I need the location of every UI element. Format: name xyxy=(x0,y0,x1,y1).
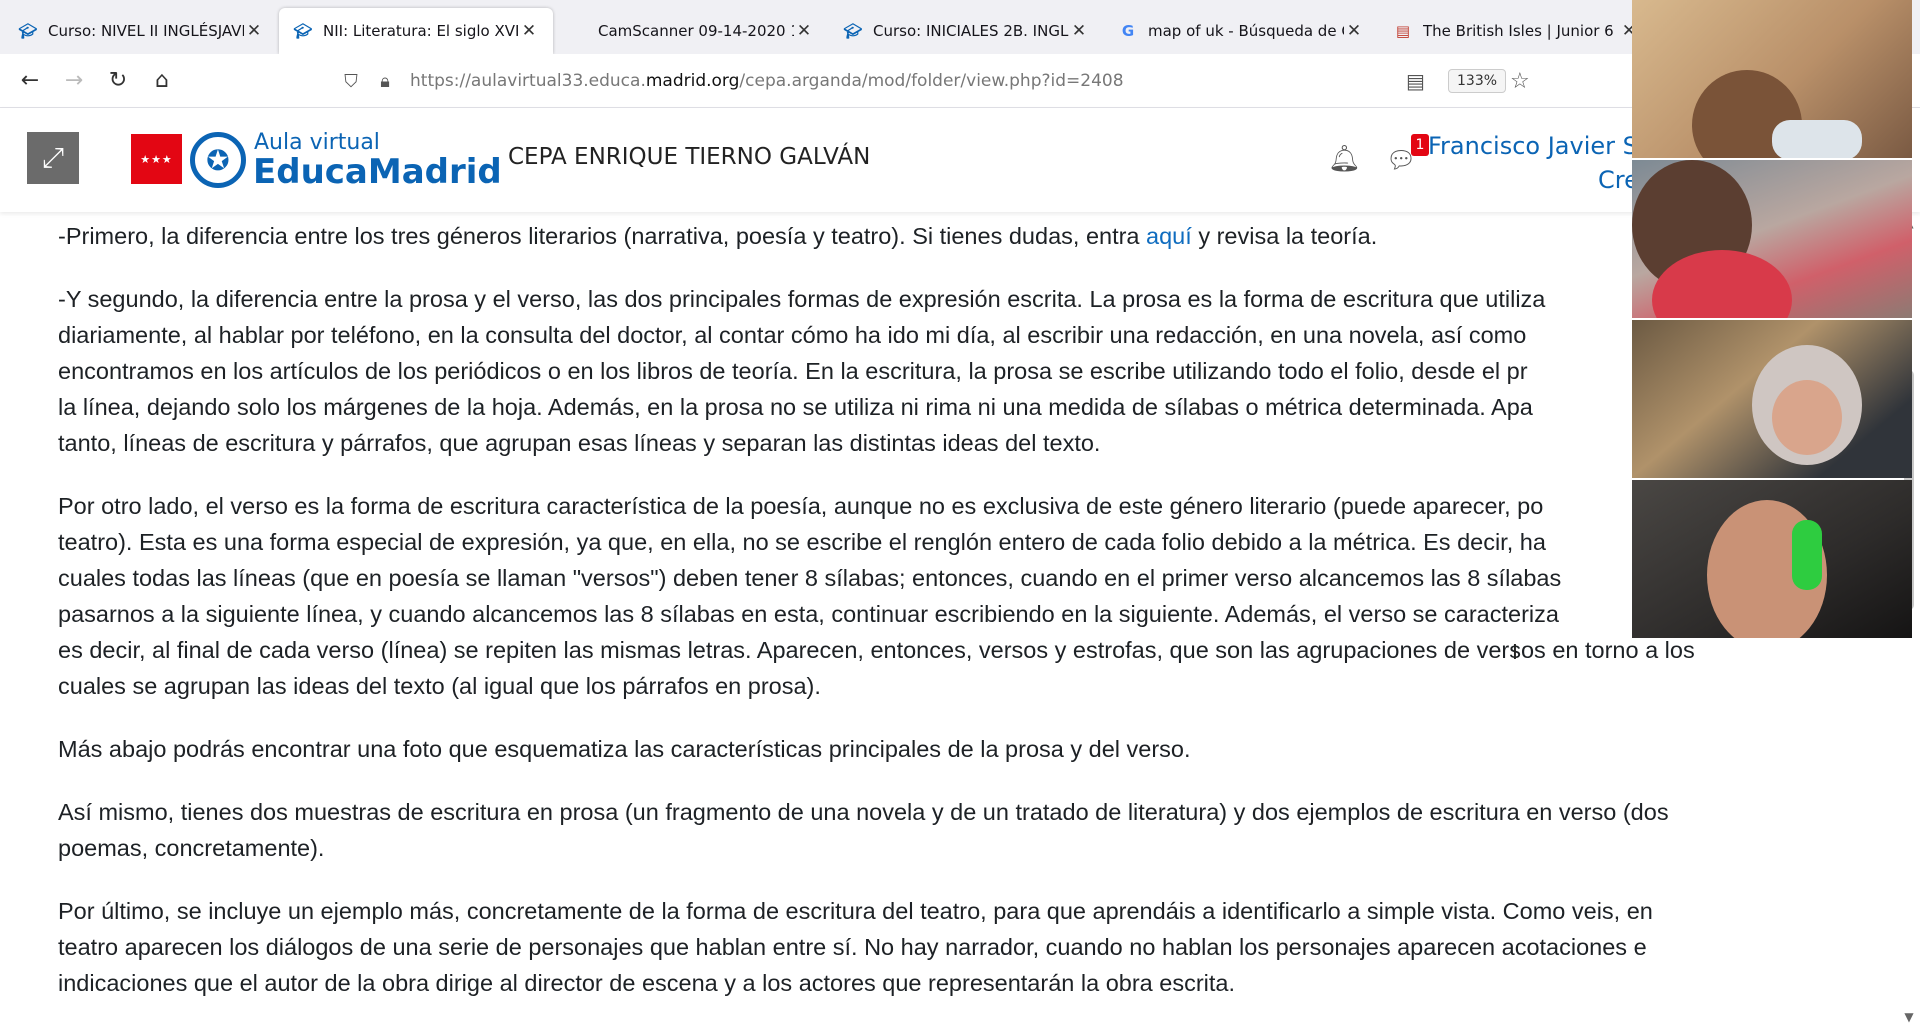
url-prefix: https://aulavirtual33.educa. xyxy=(410,71,646,91)
moodle-cap-icon: 🎓︎ xyxy=(843,22,863,40)
paragraph-theatre: Por último, se incluye un ejemplo más, c… xyxy=(58,893,1798,1001)
paragraph-verse: Por otro lado, el verso es la forma de e… xyxy=(58,488,1798,704)
paragraph-prose: -Y segundo, la diferencia entre la prosa… xyxy=(58,281,1798,461)
url-text: https://aulavirtual33.educa.madrid.org/c… xyxy=(410,71,1124,91)
browser-window: { "tabs": [ {"title": "Curso: NIVEL II I… xyxy=(0,0,1920,1030)
site-name-link[interactable]: CEPA ENRIQUE TIERNO GALVÁN xyxy=(508,144,870,170)
comunidad-madrid-logo: ★★★ xyxy=(131,134,182,184)
paragraph-samples: Así mismo, tienes dos muestras de escrit… xyxy=(58,794,1798,866)
zoom-level[interactable]: 133% xyxy=(1448,69,1507,93)
url-host: madrid.org xyxy=(645,71,740,91)
tab-british-isles[interactable]: ▤ The British Isles | Junior 6 2021 ✕ xyxy=(1379,8,1653,54)
text-line: la línea, dejando solo los márgenes de l… xyxy=(58,394,1533,420)
text-line: indicaciones que el autor de la obra dir… xyxy=(58,970,1235,996)
text-line: diariamente, al hablar por teléfono, en … xyxy=(58,322,1527,348)
address-bar[interactable]: ⛉ 🔒︎ https://aulavirtual33.educa.madrid.… xyxy=(334,62,1544,100)
user-menu[interactable]: Francisco Javier Se xyxy=(1428,132,1653,160)
shield-icon[interactable]: ⛉ xyxy=(334,71,368,92)
text-line: -Y segundo, la diferencia entre la prosa… xyxy=(58,286,1546,312)
text-line: Por otro lado, el verso es la forma de e… xyxy=(58,493,1544,519)
scroll-down-arrow-icon[interactable]: ▼ xyxy=(1900,1010,1918,1028)
close-tab-icon[interactable]: ✕ xyxy=(244,21,264,41)
paragraph-photo: Más abajo podrás encontrar una foto que … xyxy=(58,736,1191,762)
video-tile-participant-4[interactable] xyxy=(1632,480,1912,638)
brand-name: EducaMadrid xyxy=(253,152,502,192)
notification-bell-icon[interactable]: 🔔︎ xyxy=(1328,144,1361,174)
message-count-badge: 1 xyxy=(1411,134,1429,156)
text-cursor-icon: I xyxy=(1512,640,1518,664)
url-path: /cepa.arganda/mod/folder/view.php?id=240… xyxy=(739,71,1124,91)
text-line: tanto, líneas de escritura y párrafos, q… xyxy=(58,430,1101,456)
reader-view-icon[interactable]: ▤ xyxy=(1406,54,1425,108)
green-headphones xyxy=(1792,520,1822,590)
tab-title: CamScanner 09-14-2020 13.23.58 xyxy=(598,22,794,40)
text: -Primero, la diferencia entre los tres g… xyxy=(58,223,1147,249)
close-tab-icon[interactable]: ✕ xyxy=(794,21,814,41)
paragraph-genres: -Primero, la diferencia entre los tres g… xyxy=(58,218,1798,254)
participant-face xyxy=(1772,380,1842,455)
back-arrow-icon[interactable]: ← xyxy=(8,59,52,103)
bookmark-star-icon[interactable]: ☆ xyxy=(1510,54,1530,108)
tab-google-search[interactable]: G map of uk - Búsqueda de Goo ✕ xyxy=(1104,8,1378,54)
theory-link[interactable]: aquí xyxy=(1146,223,1192,249)
site-icon: ▤ xyxy=(1395,22,1411,40)
face-mask xyxy=(1772,120,1862,158)
tab-curso-nivel-ii[interactable]: 🎓︎ Curso: NIVEL II INGLÉSJAVIER ✕ xyxy=(4,8,278,54)
text-line: cuales se agrupan las ideas del texto (a… xyxy=(58,673,821,699)
close-tab-icon[interactable]: ✕ xyxy=(519,21,539,41)
tab-curso-iniciales[interactable]: 🎓︎ Curso: INICIALES 2B. INGLÉS ✕ xyxy=(829,8,1103,54)
tab-title: NII: Literatura: El siglo XVIII. xyxy=(323,22,519,40)
text-line: es decir, al final de cada verso (línea)… xyxy=(58,637,1695,663)
moodle-cap-icon: 🎓︎ xyxy=(18,22,38,40)
educamadrid-logo-icon: ✪ xyxy=(190,132,246,188)
close-tab-icon[interactable]: ✕ xyxy=(1069,21,1089,41)
expand-icon[interactable]: ⤢ xyxy=(27,132,79,184)
text-line: Así mismo, tienes dos muestras de escrit… xyxy=(58,799,1669,825)
video-tile-participant-3[interactable] xyxy=(1632,320,1912,478)
text-line: cuales todas las líneas (que en poesía s… xyxy=(58,565,1562,591)
tab-camscanner[interactable]: CamScanner 09-14-2020 13.23.58 ✕ xyxy=(554,8,828,54)
reload-icon[interactable]: ↻ xyxy=(96,59,140,103)
text-line: teatro). Esta es una forma especial de e… xyxy=(58,529,1546,555)
tab-nii-literatura[interactable]: 🎓︎ NII: Literatura: El siglo XVIII. ✕ xyxy=(279,8,553,54)
forward-arrow-icon[interactable]: → xyxy=(52,59,96,103)
text-line: poemas, concretamente). xyxy=(58,835,325,861)
text-line: encontramos en los artículos de los peri… xyxy=(58,358,1528,384)
google-icon: G xyxy=(1121,22,1135,40)
tab-title: The British Isles | Junior 6 2021 xyxy=(1423,22,1619,40)
moodle-cap-icon: 🎓︎ xyxy=(293,22,313,40)
lock-icon[interactable]: 🔒︎ xyxy=(368,71,402,92)
video-tile-participant-1[interactable] xyxy=(1632,0,1912,158)
tab-title: Curso: NIVEL II INGLÉSJAVIER xyxy=(48,22,244,40)
text-line: Por último, se incluye un ejemplo más, c… xyxy=(58,898,1653,924)
folder-description: -Primero, la diferencia entre los tres g… xyxy=(58,212,1798,1028)
tab-title: map of uk - Búsqueda de Goo xyxy=(1148,22,1344,40)
text-line: teatro aparecen los diálogos de una seri… xyxy=(58,934,1647,960)
close-tab-icon[interactable]: ✕ xyxy=(1344,21,1364,41)
document-icon xyxy=(568,21,588,41)
video-tile-participant-2[interactable] xyxy=(1632,160,1912,318)
text: y revisa la teoría. xyxy=(1191,223,1378,249)
text-line: pasarnos a la siguiente línea, y cuando … xyxy=(58,601,1559,627)
home-icon[interactable]: ⌂ xyxy=(140,59,184,103)
tab-title: Curso: INICIALES 2B. INGLÉS xyxy=(873,22,1069,40)
